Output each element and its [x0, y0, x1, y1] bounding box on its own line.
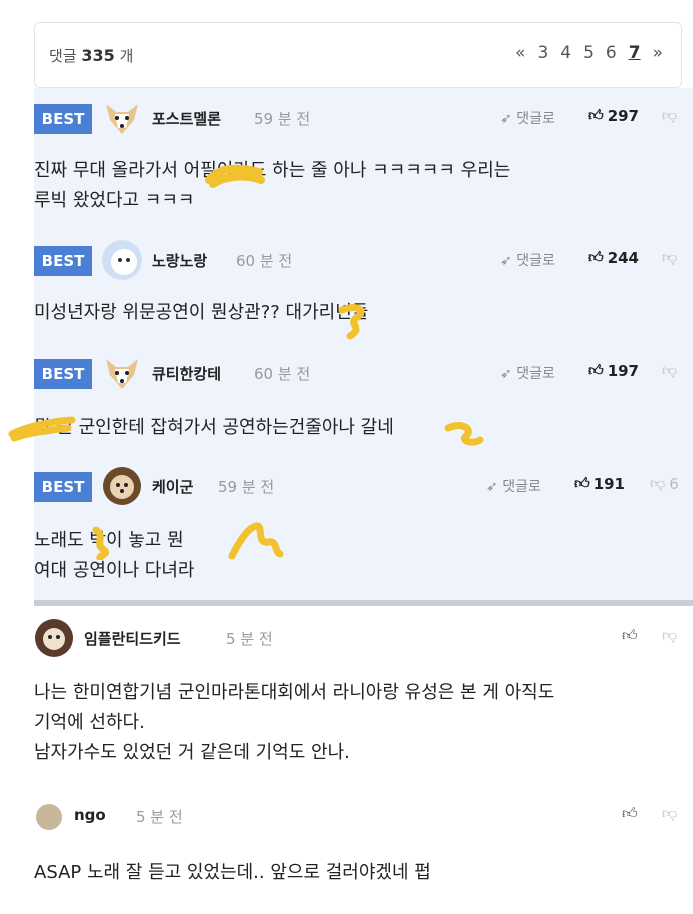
page-5[interactable]: 5 — [583, 43, 594, 63]
page-4[interactable]: 4 — [560, 43, 571, 63]
comment-nick[interactable]: 노랑노랑 — [152, 250, 207, 271]
comment-nick[interactable]: ngo — [74, 806, 106, 824]
like-count: 191 — [593, 474, 625, 493]
page-3[interactable]: 3 — [537, 43, 548, 63]
page-next[interactable]: » — [653, 43, 663, 63]
best-badge: BEST — [34, 472, 92, 502]
comment-nick[interactable]: 임플란티드키드 — [84, 628, 181, 649]
reply-label: 댓글로 — [502, 479, 541, 495]
reply-label: 댓글로 — [516, 253, 555, 269]
reply-arrow-icon: ➶ — [500, 111, 512, 127]
thumbs-down-icon: 👎︎ — [662, 106, 678, 124]
reply-button[interactable]: ➶ 댓글로 — [486, 476, 541, 496]
dislike-count: 6 — [669, 474, 679, 493]
redaction-mark — [8, 416, 76, 442]
like-count: 197 — [607, 361, 639, 380]
like-button[interactable]: 👍︎ 191 — [574, 474, 625, 493]
comment-time: 60 분 전 — [254, 365, 311, 383]
thumbs-up-icon: 👍︎ — [588, 106, 604, 124]
avatar-dog-icon[interactable] — [102, 98, 142, 138]
best-badge: BEST — [34, 359, 92, 389]
reply-label: 댓글로 — [516, 111, 555, 127]
comment-section: 댓글 335 개 « 3 4 5 6 7 » BEST 포스트멜론 59 분 전… — [0, 0, 693, 914]
thumbs-down-icon: 👎︎ — [662, 626, 678, 644]
reply-button[interactable]: ➶ 댓글로 — [500, 363, 555, 383]
comment-nick[interactable]: 케이군 — [152, 476, 193, 497]
comment-body: 진짜 무대 올라가서 어필이라도 하는 줄 아나 ㅋㅋㅋㅋㅋ 우리는 루빅 왔었… — [34, 160, 511, 211]
like-button[interactable]: 👍︎ — [622, 626, 638, 645]
best-comment: BEST 큐티한캉테 60 분 전 ➶ 댓글로 👍︎ 197 👎︎ 뭘 뭔 군인한… — [34, 343, 693, 457]
comment-time: 60 분 전 — [236, 252, 293, 270]
dislike-button[interactable]: 👎︎ 6 — [650, 474, 679, 493]
comment-body: ASAP 노래 잘 듣고 있었는데.. 앞으로 걸러야겠네 펍 — [34, 862, 431, 883]
avatar-dog-icon[interactable] — [102, 353, 142, 393]
comment-count-value: 335 — [81, 46, 115, 65]
comment-body: 노래도 박이 놓고 뭔 여대 공연이나 다녀라 — [34, 530, 195, 581]
dislike-button[interactable]: 👎︎ — [662, 804, 677, 823]
pagination: « 3 4 5 6 7 » — [515, 43, 663, 63]
like-button[interactable]: 👍︎ 197 — [588, 361, 639, 380]
thumbs-down-icon: 👎︎ — [662, 804, 678, 822]
comment-time: 5 분 전 — [226, 630, 273, 648]
comment-count-unit: 개 — [119, 47, 134, 65]
avatar-animal-icon[interactable] — [34, 618, 74, 658]
avatar-lion-icon[interactable] — [102, 466, 142, 506]
comment-nick[interactable]: 포스트멜론 — [152, 108, 221, 129]
redaction-mark — [205, 164, 265, 188]
thumbs-up-icon: 👍︎ — [574, 474, 590, 492]
like-button[interactable]: 👍︎ 244 — [588, 248, 639, 267]
reply-label: 댓글로 — [516, 366, 555, 382]
avatar-character-icon[interactable] — [102, 240, 142, 280]
reply-arrow-icon: ➶ — [500, 253, 512, 269]
like-button[interactable]: 👍︎ 297 — [588, 106, 639, 125]
best-badge: BEST — [34, 246, 92, 276]
redaction-mark — [228, 522, 284, 560]
comment: 임플란티드키드 5 분 전 👍︎ 👎︎ 나는 한미연합기념 군인마라톤대회에서 … — [34, 606, 693, 785]
thumbs-down-icon: 👎︎ — [662, 361, 678, 379]
redaction-mark — [338, 304, 365, 340]
thumbs-down-icon: 👎︎ — [650, 474, 666, 492]
comment-count-label: 댓글 — [49, 47, 77, 65]
like-count: 297 — [607, 106, 639, 125]
thumbs-up-icon: 👍︎ — [588, 361, 604, 379]
thumbs-down-icon: 👎︎ — [662, 248, 678, 266]
like-button[interactable]: 👍︎ — [622, 804, 638, 823]
comment-body: 나는 한미연합기념 군인마라톤대회에서 라니아랑 유성은 본 게 아직도 기억에… — [34, 682, 555, 763]
comment: ngo 5 분 전 👍︎ 👎︎ ASAP 노래 잘 듣고 있었는데.. 앞으로 … — [34, 784, 693, 914]
reply-arrow-icon: ➶ — [486, 479, 498, 495]
comment-header: 댓글 335 개 « 3 4 5 6 7 » — [34, 22, 682, 88]
dislike-button[interactable]: 👎︎ — [662, 248, 677, 267]
dislike-button[interactable]: 👎︎ — [662, 361, 677, 380]
page-current[interactable]: 7 — [629, 43, 641, 63]
redaction-mark — [92, 526, 110, 560]
best-badge: BEST — [34, 104, 92, 134]
comment-count: 댓글 335 개 — [49, 45, 133, 66]
reply-button[interactable]: ➶ 댓글로 — [500, 108, 555, 128]
comment-time: 59 분 전 — [254, 110, 311, 128]
redaction-mark — [444, 422, 484, 446]
avatar-default-icon[interactable] — [36, 804, 62, 830]
comment-nick[interactable]: 큐티한캉테 — [152, 363, 221, 384]
thumbs-up-icon: 👍︎ — [588, 248, 604, 266]
page-first[interactable]: « — [515, 43, 525, 63]
page-6[interactable]: 6 — [606, 43, 617, 63]
dislike-button[interactable]: 👎︎ — [662, 106, 677, 125]
dislike-button[interactable]: 👎︎ — [662, 626, 677, 645]
thumbs-up-icon: 👍︎ — [622, 626, 638, 644]
reply-button[interactable]: ➶ 댓글로 — [500, 250, 555, 270]
best-comment: BEST 케이군 59 분 전 ➶ 댓글로 👍︎ 191 👎︎ 6 노래도 박이 놓… — [34, 456, 693, 601]
comment-body: 뭘 뭔 군인한테 잡혀가서 공연하는건줄아나 갈네 — [34, 417, 394, 438]
comment-time: 59 분 전 — [218, 478, 275, 496]
thumbs-up-icon: 👍︎ — [622, 804, 638, 822]
like-count: 244 — [607, 248, 639, 267]
comment-time: 5 분 전 — [136, 808, 183, 826]
best-comment: BEST 포스트멜론 59 분 전 ➶ 댓글로 👍︎ 297 👎︎ 진짜 무대 올… — [34, 88, 693, 231]
reply-arrow-icon: ➶ — [500, 366, 512, 382]
